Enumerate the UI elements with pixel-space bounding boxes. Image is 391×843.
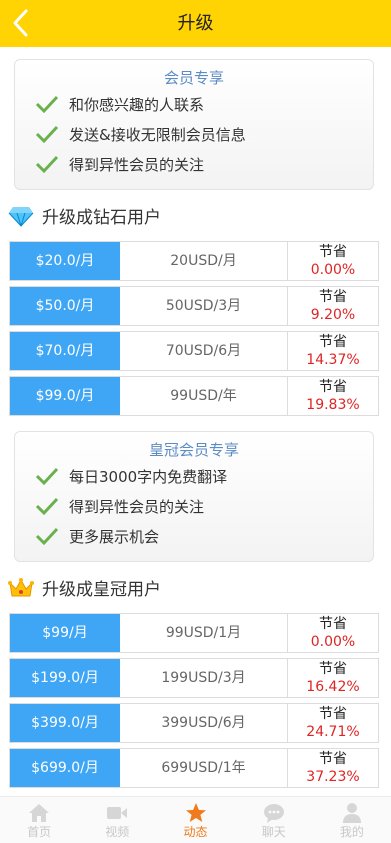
- diamond-plan-option[interactable]: $70.0/月 70USD/6月 节省 14.37%: [9, 331, 379, 371]
- savings-label: 节省: [319, 289, 347, 305]
- perk-item: 得到异性会员的关注: [15, 492, 373, 522]
- plan-savings: 节省 9.20%: [287, 287, 378, 325]
- bottom-tab-bar: 首页 视频 动态 聊天 我的: [0, 796, 391, 843]
- savings-label: 节省: [319, 379, 347, 395]
- savings-percent: 0.00%: [310, 634, 356, 650]
- perk-item: 和你感兴趣的人联系: [15, 90, 373, 120]
- user-icon: [342, 803, 361, 823]
- crown-plan-option[interactable]: $699.0/月 699USD/1年 节省 37.23%: [9, 748, 379, 788]
- perk-item: 每日3000字内免费翻译: [15, 462, 373, 492]
- check-icon: [35, 125, 59, 144]
- diamond-plan-option[interactable]: $20.0/月 20USD/月 节省 0.00%: [9, 241, 379, 281]
- savings-label: 节省: [319, 334, 347, 350]
- check-icon: [35, 497, 59, 516]
- savings-percent: 14.37%: [306, 352, 360, 368]
- tab-chat[interactable]: 聊天: [235, 797, 313, 843]
- perk-text: 更多展示机会: [69, 528, 160, 546]
- perk-item: 发送&接收无限制会员信息: [15, 120, 373, 150]
- perk-text: 和你感兴趣的人联系: [69, 96, 205, 114]
- plan-duration: 70USD/6月: [165, 343, 242, 359]
- plan-duration: 699USD/1年: [161, 760, 246, 776]
- plan-savings: 节省 24.71%: [287, 704, 378, 742]
- perk-text: 得到异性会员的关注: [69, 498, 205, 516]
- tab-moments[interactable]: 动态: [156, 797, 234, 843]
- savings-percent: 19.83%: [306, 397, 360, 413]
- check-icon: [35, 155, 59, 174]
- plan-price: $70.0/月: [10, 332, 120, 370]
- top-bar: 升级: [0, 0, 391, 47]
- savings-percent: 0.00%: [310, 262, 356, 278]
- tab-label: 我的: [339, 825, 364, 839]
- perk-item: 得到异性会员的关注: [15, 150, 373, 180]
- savings-label: 节省: [319, 244, 347, 260]
- plan-savings: 节省 14.37%: [287, 332, 378, 370]
- plan-price: $399.0/月: [10, 704, 120, 742]
- crown-perks-title: 皇冠会员专享: [148, 441, 239, 459]
- plan-price: $199.0/月: [10, 659, 120, 697]
- tab-label: 动态: [183, 825, 208, 839]
- plan-duration: 99USD/年: [170, 388, 237, 404]
- check-icon: [35, 527, 59, 546]
- crown-plan-option[interactable]: $99/月 99USD/1月 节省 0.00%: [9, 613, 379, 653]
- crown-section-heading: 升级成皇冠用户: [8, 575, 161, 605]
- perk-text: 每日3000字内免费翻译: [69, 468, 228, 486]
- plan-savings: 节省 0.00%: [287, 242, 378, 280]
- tab-video[interactable]: 视频: [78, 797, 156, 843]
- plan-savings: 节省 0.00%: [287, 614, 378, 652]
- tab-label: 视频: [105, 825, 130, 839]
- tab-label: 聊天: [261, 825, 286, 839]
- page-title: 升级: [177, 13, 214, 34]
- tab-me[interactable]: 我的: [313, 797, 391, 843]
- chat-icon: [263, 804, 284, 823]
- plan-savings: 节省 16.42%: [287, 659, 378, 697]
- savings-label: 节省: [319, 706, 347, 722]
- savings-percent: 37.23%: [306, 769, 360, 785]
- plan-price: $20.0/月: [10, 242, 120, 280]
- savings-label: 节省: [319, 751, 347, 767]
- plan-price: $50.0/月: [10, 287, 120, 325]
- perk-item: 更多展示机会: [15, 522, 373, 552]
- plan-duration: 20USD/月: [170, 253, 237, 269]
- member-perks-box: 会员专享 和你感兴趣的人联系 发送&接收无限制会员信息 得到异性会员的关注: [14, 59, 374, 190]
- crown-heading-text: 升级成皇冠用户: [42, 580, 161, 600]
- savings-percent: 24.71%: [306, 724, 360, 740]
- plan-price: $99.0/月: [10, 377, 120, 415]
- crown-icon: [8, 578, 34, 597]
- home-icon: [29, 804, 50, 822]
- star-icon: [185, 803, 206, 822]
- crown-perks-box: 皇冠会员专享 每日3000字内免费翻译 得到异性会员的关注 更多展示机会: [14, 431, 374, 562]
- diamond-plan-option[interactable]: $99.0/月 99USD/年 节省 19.83%: [9, 376, 379, 416]
- tab-label: 首页: [27, 825, 52, 839]
- diamond-plan-option[interactable]: $50.0/月 50USD/3月 节省 9.20%: [9, 286, 379, 326]
- plan-duration: 199USD/3月: [161, 670, 246, 686]
- plan-price: $699.0/月: [10, 749, 120, 787]
- diamond-heading-text: 升级成钻石用户: [42, 208, 161, 228]
- tab-home[interactable]: 首页: [0, 797, 78, 843]
- diamond-section-heading: 升级成钻石用户: [8, 203, 161, 233]
- check-icon: [35, 467, 59, 486]
- crown-plan-option[interactable]: $399.0/月 399USD/6月 节省 24.71%: [9, 703, 379, 743]
- savings-label: 节省: [319, 616, 347, 632]
- plan-duration: 399USD/6月: [161, 715, 246, 731]
- plan-savings: 节省 37.23%: [287, 749, 378, 787]
- savings-label: 节省: [319, 661, 347, 677]
- member-perks-title: 会员专享: [163, 69, 224, 87]
- savings-percent: 9.20%: [310, 307, 356, 323]
- video-icon: [107, 807, 128, 819]
- check-icon: [35, 95, 59, 114]
- plan-price: $99/月: [10, 614, 120, 652]
- plan-duration: 50USD/3月: [165, 298, 242, 314]
- perk-text: 发送&接收无限制会员信息: [69, 126, 246, 144]
- plan-duration: 99USD/1月: [165, 625, 242, 641]
- plan-savings: 节省 19.83%: [287, 377, 378, 415]
- perk-text: 得到异性会员的关注: [69, 156, 205, 174]
- diamond-icon: [8, 207, 34, 227]
- crown-plan-option[interactable]: $199.0/月 199USD/3月 节省 16.42%: [9, 658, 379, 698]
- savings-percent: 16.42%: [306, 679, 360, 695]
